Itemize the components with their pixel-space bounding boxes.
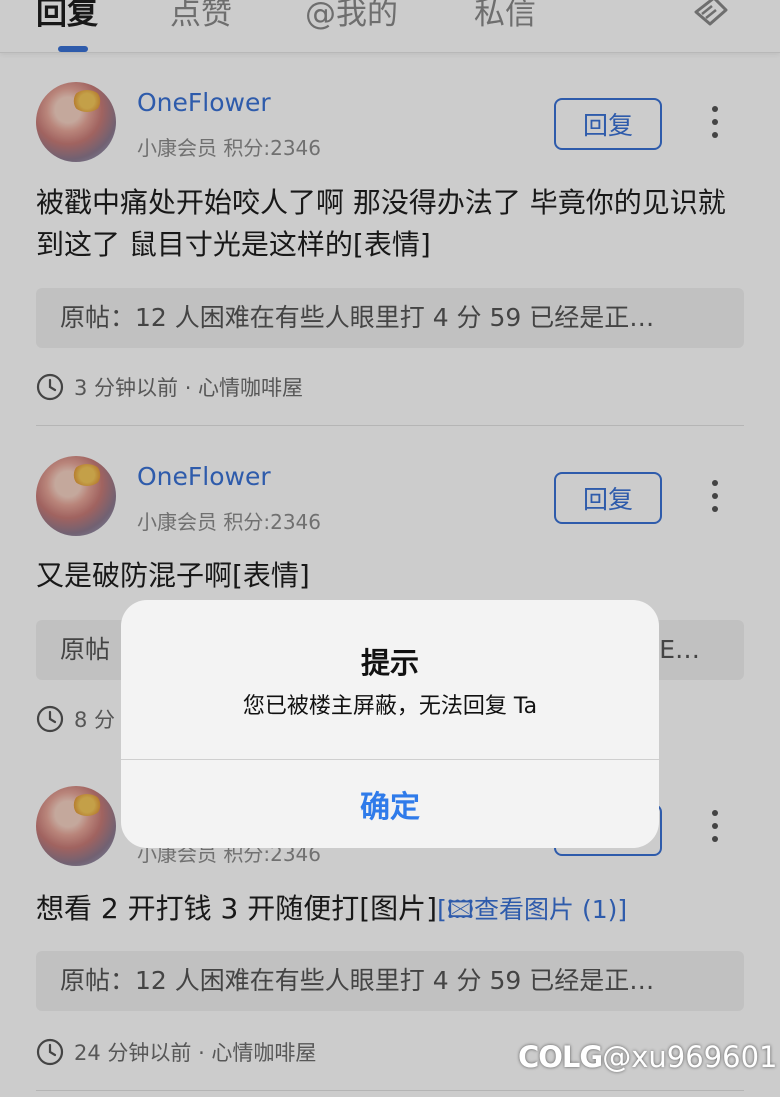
watermark-text: @xu969601: [602, 1040, 778, 1074]
modal-backdrop: [0, 0, 780, 1097]
alert-dialog: 提示 您已被楼主屏蔽，无法回复 Ta 确定: [121, 600, 659, 848]
watermark-logo: COLG: [518, 1040, 603, 1074]
confirm-button[interactable]: 确定: [121, 760, 659, 848]
watermark: COLG@xu969601: [518, 1040, 777, 1074]
alert-message: 您已被楼主屏蔽，无法回复 Ta: [242, 694, 538, 719]
alert-title: 提示: [360, 646, 419, 680]
